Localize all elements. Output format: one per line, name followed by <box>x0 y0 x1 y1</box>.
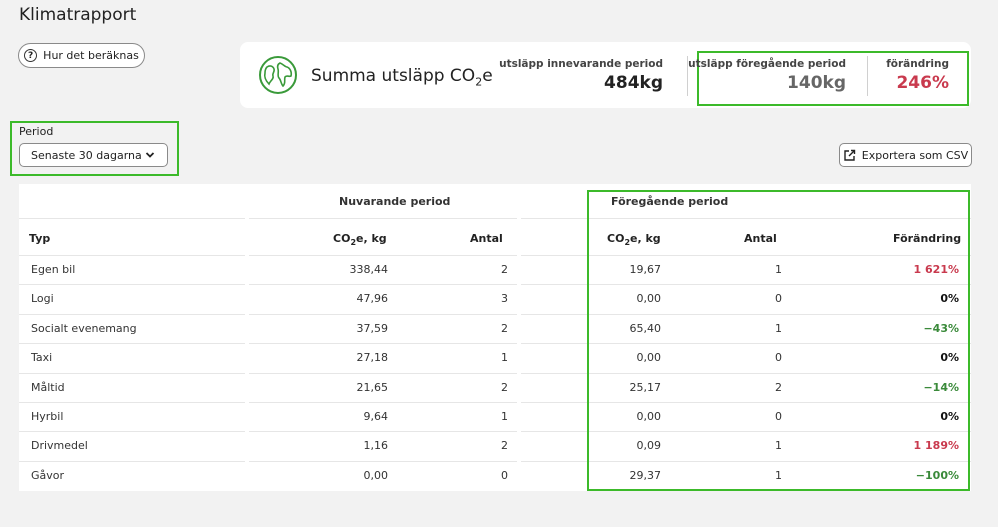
cell-type: Logi <box>31 292 54 306</box>
external-link-icon <box>844 149 855 161</box>
row-divider <box>249 313 517 315</box>
row-divider <box>249 284 517 286</box>
row-divider <box>19 431 245 433</box>
previous-emissions-stat: utsläpp föregående period 140kg <box>688 58 846 93</box>
how-calculated-button[interactable]: ? Hur det beräknas <box>18 43 145 68</box>
period-filter: Period Senaste 30 dagarna <box>10 121 179 176</box>
cell-current-count: 0 <box>501 468 508 482</box>
cell-current-co2: 1,16 <box>363 439 389 453</box>
cell-current-count: 2 <box>501 263 508 276</box>
row-divider <box>249 402 517 403</box>
row-divider <box>19 284 245 286</box>
header-divider <box>249 218 517 219</box>
highlight-box-previous-period <box>587 190 970 491</box>
export-csv-button[interactable]: Exportera som CSV <box>839 143 972 167</box>
current-emissions-label: utsläpp innevarande period <box>499 58 663 70</box>
period-select[interactable]: Senaste 30 dagarna <box>19 143 168 167</box>
col-header-current-count: Antal <box>470 232 503 245</box>
chevron-down-icon <box>145 152 155 158</box>
cell-current-count: 2 <box>501 321 508 335</box>
current-emissions-value: 484kg <box>604 73 663 93</box>
cell-type: Drivmedel <box>31 439 88 453</box>
cell-current-count: 2 <box>501 380 508 394</box>
period-selected-value: Senaste 30 dagarna <box>31 148 142 162</box>
cell-current-co2: 21,65 <box>356 380 389 394</box>
header-divider <box>19 218 245 219</box>
row-divider <box>249 255 517 256</box>
cell-current-co2: 9,64 <box>363 410 389 423</box>
row-divider <box>19 460 245 462</box>
row-divider <box>19 343 245 345</box>
question-icon: ? <box>24 49 38 62</box>
row-divider <box>249 460 517 462</box>
cell-type: Gåvor <box>31 468 65 482</box>
cell-type: Taxi <box>31 351 53 365</box>
cell-type: Socialt evenemang <box>31 321 137 335</box>
cell-type: Egen bil <box>31 263 76 276</box>
previous-emissions-value: 140kg <box>787 73 846 93</box>
row-divider <box>19 402 245 403</box>
cell-current-co2: 37,59 <box>356 321 389 335</box>
cell-current-count: 2 <box>501 439 508 453</box>
cell-current-co2: 47,96 <box>356 292 389 306</box>
row-divider <box>249 431 517 433</box>
row-divider <box>249 372 517 374</box>
cell-type: Hyrbil <box>31 410 64 423</box>
cell-current-count: 1 <box>501 351 508 365</box>
export-csv-label: Exportera som CSV <box>861 148 969 162</box>
group-current-header: Nuvarande period <box>339 195 451 208</box>
cell-current-co2: 338,44 <box>349 263 389 276</box>
row-divider <box>249 343 517 345</box>
row-divider <box>19 313 245 315</box>
globe-icon <box>259 56 297 94</box>
summary-title: Summa utsläpp CO2e <box>311 66 493 89</box>
col-header-type: Typ <box>29 232 51 245</box>
change-value: 246% <box>896 73 949 93</box>
how-calculated-label: Hur det beräknas <box>43 49 139 62</box>
previous-emissions-label: utsläpp föregående period <box>688 58 846 70</box>
row-divider <box>19 255 245 256</box>
col-header-current-co2: CO2e, kg <box>333 232 387 248</box>
row-divider <box>19 372 245 374</box>
cell-current-count: 1 <box>501 410 508 423</box>
current-emissions-stat: utsläpp innevarande period 484kg <box>499 58 663 93</box>
period-label: Period <box>19 125 54 138</box>
change-label: förändring <box>886 58 949 70</box>
cell-current-co2: 27,18 <box>356 351 389 365</box>
change-stat: förändring 246% <box>886 58 949 93</box>
summary-card: Summa utsläpp CO2e utsläpp innevarande p… <box>240 42 971 108</box>
divider <box>867 56 868 96</box>
cell-type: Måltid <box>31 380 65 394</box>
page-title: Klimatrapport <box>19 5 137 25</box>
cell-current-co2: 0,00 <box>363 468 389 482</box>
cell-current-count: 3 <box>501 292 508 306</box>
